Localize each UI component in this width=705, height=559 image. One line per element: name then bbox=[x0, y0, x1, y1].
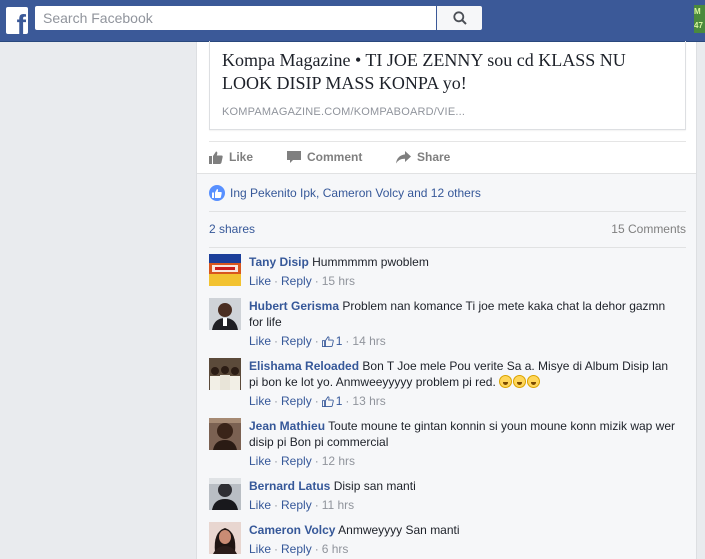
comment-like-count[interactable]: 1 bbox=[336, 393, 343, 409]
thumbs-up-icon bbox=[209, 151, 223, 164]
comment-meta: Like · Reply · 6 hrs bbox=[249, 541, 349, 557]
likes-summary[interactable]: Ing Pekenito Ipk, Cameron Volcy and 12 o… bbox=[209, 185, 481, 201]
corner-app-badge[interactable]: M 47 bbox=[694, 5, 705, 33]
likes-text[interactable]: Ing Pekenito Ipk, Cameron Volcy and 12 o… bbox=[230, 186, 481, 200]
comment-timestamp[interactable]: 14 hrs bbox=[352, 333, 385, 349]
comment-text: Anmweyyyy San manti bbox=[338, 523, 460, 537]
comment-meta: Like · Reply · 15 hrs bbox=[249, 273, 356, 289]
comment-author[interactable]: Elishama Reloaded bbox=[249, 359, 359, 373]
comment-author[interactable]: Bernard Latus bbox=[249, 479, 330, 493]
comment-like-count[interactable]: 1 bbox=[336, 333, 343, 349]
avatar[interactable] bbox=[209, 418, 241, 450]
link-preview[interactable]: Kompa Magazine • TI JOE ZENNY sou cd KLA… bbox=[209, 41, 686, 130]
comment-like-link[interactable]: Like bbox=[249, 453, 271, 469]
avatar[interactable] bbox=[209, 358, 241, 390]
facebook-logo[interactable]: f bbox=[6, 7, 28, 34]
comment-timestamp[interactable]: 12 hrs bbox=[322, 453, 355, 469]
search-button[interactable] bbox=[437, 6, 482, 30]
divider bbox=[209, 247, 686, 248]
comment-like-link[interactable]: Like bbox=[249, 273, 271, 289]
comment-reply-link[interactable]: Reply bbox=[281, 393, 312, 409]
comment-author[interactable]: Tany Disip bbox=[249, 255, 309, 269]
like-button[interactable]: Like bbox=[209, 150, 253, 164]
comment-text: Disip san manti bbox=[333, 479, 416, 493]
thumbs-up-icon bbox=[321, 395, 334, 407]
comment-timestamp[interactable]: 15 hrs bbox=[322, 273, 355, 289]
link-title[interactable]: Kompa Magazine • TI JOE ZENNY sou cd KLA… bbox=[222, 49, 672, 95]
comment-author[interactable]: Hubert Gerisma bbox=[249, 299, 339, 313]
comment-reply-link[interactable]: Reply bbox=[281, 541, 312, 557]
comment-like-link[interactable]: Like bbox=[249, 393, 271, 409]
comment-meta: Like · Reply · 11 hrs bbox=[249, 497, 355, 513]
like-reaction-icon bbox=[209, 185, 225, 201]
comments-count[interactable]: 15 Comments bbox=[611, 222, 686, 236]
comment-reply-link[interactable]: Reply bbox=[281, 453, 312, 469]
avatar[interactable] bbox=[209, 254, 241, 286]
post-card: Kompa Magazine • TI JOE ZENNY sou cd KLA… bbox=[196, 41, 697, 559]
comment-timestamp[interactable]: 13 hrs bbox=[352, 393, 385, 409]
comment-meta: Like · Reply · 1 · 14 hrs bbox=[249, 333, 386, 349]
link-domain: KOMPAMAGAZINE.COM/KOMPABOARD/VIE... bbox=[222, 106, 466, 118]
divider bbox=[209, 211, 686, 212]
comment-label: Comment bbox=[307, 150, 363, 164]
avatar[interactable] bbox=[209, 522, 241, 554]
search-field[interactable] bbox=[35, 6, 436, 30]
share-label: Share bbox=[417, 150, 451, 164]
share-button[interactable]: Share bbox=[396, 150, 450, 164]
like-label: Like bbox=[229, 150, 254, 164]
top-navigation-bar: f M 47 bbox=[0, 0, 705, 42]
comment-reply-link[interactable]: Reply bbox=[281, 497, 312, 513]
shares-link[interactable]: 2 shares bbox=[209, 222, 255, 236]
feedback-section: Ing Pekenito Ipk, Cameron Volcy and 12 o… bbox=[197, 173, 696, 559]
comment-like-link[interactable]: Like bbox=[249, 541, 271, 557]
comment-bubble-icon bbox=[287, 150, 301, 163]
comment-button[interactable]: Comment bbox=[287, 150, 362, 164]
comment-like-link[interactable]: Like bbox=[249, 497, 271, 513]
comment-text: Hummmmm pwoblem bbox=[312, 255, 429, 269]
thumbs-up-icon bbox=[321, 335, 334, 347]
comment-author[interactable]: Cameron Volcy bbox=[249, 523, 335, 537]
comment-like-link[interactable]: Like bbox=[249, 333, 271, 349]
laughing-face-emoji bbox=[499, 375, 541, 389]
share-arrow-icon bbox=[396, 150, 411, 163]
search-input[interactable] bbox=[35, 6, 436, 30]
post-actions: Like Comment Share bbox=[209, 141, 686, 173]
comment-meta: Like · Reply · 12 hrs bbox=[249, 453, 356, 469]
comment-reply-link[interactable]: Reply bbox=[281, 333, 312, 349]
comment-author[interactable]: Jean Mathieu bbox=[249, 419, 325, 433]
comment-reply-link[interactable]: Reply bbox=[281, 273, 312, 289]
avatar[interactable] bbox=[209, 298, 241, 330]
comment-timestamp[interactable]: 11 hrs bbox=[322, 497, 354, 513]
avatar[interactable] bbox=[209, 478, 241, 510]
comment-timestamp[interactable]: 6 hrs bbox=[322, 541, 349, 557]
comment-meta: Like · Reply · 1 · 13 hrs bbox=[249, 393, 386, 409]
search-icon bbox=[452, 11, 467, 25]
